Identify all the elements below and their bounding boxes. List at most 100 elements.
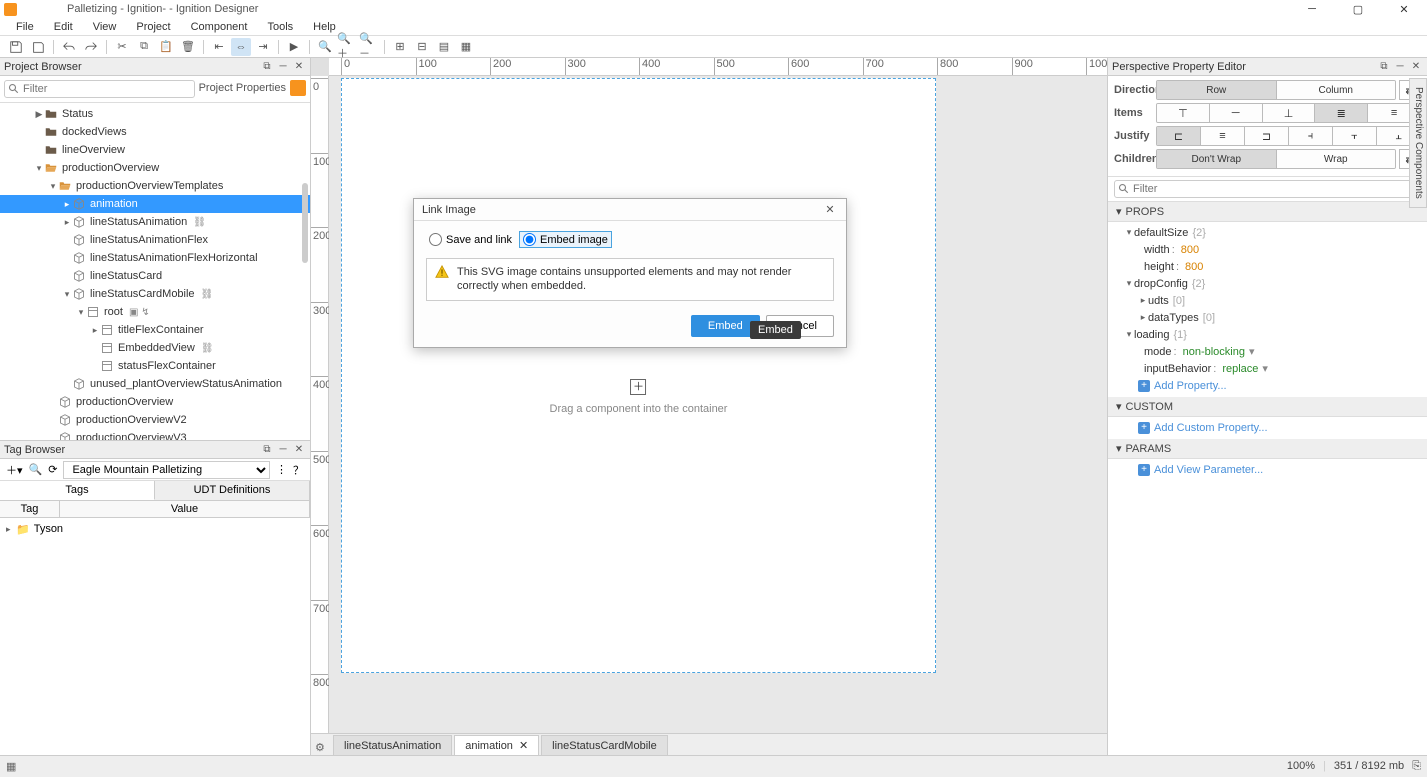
menu-help[interactable]: Help xyxy=(303,21,346,33)
copy-icon[interactable]: ⧉ xyxy=(134,38,154,56)
refresh-tag-icon[interactable]: ⟳ xyxy=(48,463,57,476)
undo-icon[interactable] xyxy=(59,38,79,56)
items-opt-2[interactable]: ─ xyxy=(1210,104,1263,122)
window-minimize-button[interactable]: ─ xyxy=(1289,0,1335,18)
menu-edit[interactable]: Edit xyxy=(44,21,83,33)
project-tree[interactable]: ▶StatusdockedViewslineOverview▾productio… xyxy=(0,103,310,440)
redo-icon[interactable] xyxy=(81,38,101,56)
items-opt-4[interactable]: ≣ xyxy=(1315,104,1368,122)
tag-source-select[interactable]: Eagle Mountain Palletizing xyxy=(63,461,270,479)
menu-file[interactable]: File xyxy=(6,21,44,33)
add-property-link[interactable]: +Add Property... xyxy=(1116,377,1419,395)
add-tag-icon[interactable]: ＋▾ xyxy=(6,462,23,478)
align-left-icon[interactable]: ⇤ xyxy=(209,38,229,56)
tree-item-statusFlexContainer[interactable]: statusFlexContainer xyxy=(0,357,310,375)
project-properties-link[interactable]: Project Properties xyxy=(199,80,286,98)
tree-item-dockedViews[interactable]: dockedViews xyxy=(0,123,310,141)
zoom-out-icon[interactable]: 🔍－ xyxy=(359,38,379,56)
tag-row[interactable]: ▸ 📁 Tyson xyxy=(6,520,304,538)
tree-item-lineStatusAnimationFlexHorizontal[interactable]: lineStatusAnimationFlexHorizontal xyxy=(0,249,310,267)
tree-item-productionOverviewV3[interactable]: productionOverviewV3 xyxy=(0,429,310,440)
tree-item-productionOverviewTemplates[interactable]: ▾productionOverviewTemplates xyxy=(0,177,310,195)
section-custom[interactable]: ▾CUSTOM xyxy=(1108,397,1427,417)
align-center-icon[interactable]: ⇔ xyxy=(231,38,251,56)
tree-item-root[interactable]: ▾root▣ ↯ xyxy=(0,303,310,321)
view-tab-lineStatusAnimation[interactable]: lineStatusAnimation xyxy=(333,735,452,755)
layout2-icon[interactable]: ▦ xyxy=(456,38,476,56)
play-icon[interactable]: ▶ xyxy=(284,38,304,56)
zoom-icon[interactable]: 🔍 xyxy=(315,38,335,56)
tab-tags[interactable]: Tags xyxy=(0,481,155,500)
cut-icon[interactable]: ✂ xyxy=(112,38,132,56)
save-all-icon[interactable] xyxy=(28,38,48,56)
save-icon[interactable] xyxy=(6,38,26,56)
gear-icon[interactable]: ⚙ xyxy=(315,741,329,755)
tree-item-EmbeddedView[interactable]: EmbeddedView⛓ xyxy=(0,339,310,357)
search-tag-icon[interactable]: 🔍 xyxy=(29,463,43,476)
project-browser-filter-input[interactable] xyxy=(4,80,195,98)
radio-save-and-link[interactable]: Save and link xyxy=(426,232,515,247)
tree-item-productionOverview[interactable]: ▾productionOverview xyxy=(0,159,310,177)
panel-minimize-icon[interactable]: ─ xyxy=(276,60,290,74)
menu-view[interactable]: View xyxy=(83,21,127,33)
justify-opt-5[interactable]: ⫟ xyxy=(1333,127,1377,145)
window-maximize-button[interactable]: ▢ xyxy=(1335,0,1381,18)
tab-udt-definitions[interactable]: UDT Definitions xyxy=(155,481,310,500)
grid-icon[interactable]: ▦ xyxy=(6,760,20,774)
panel-popout-icon[interactable]: ⧉ xyxy=(1377,60,1391,74)
tree-item-lineStatusCardMobile[interactable]: ▾lineStatusCardMobile⛓ xyxy=(0,285,310,303)
view-root[interactable]: ＋ Drag a component into the container xyxy=(341,78,936,673)
tree-item-titleFlexContainer[interactable]: ▸titleFlexContainer xyxy=(0,321,310,339)
panel-close-icon[interactable]: ✕ xyxy=(1409,60,1423,74)
view-tab-lineStatusCardMobile[interactable]: lineStatusCardMobile xyxy=(541,735,668,755)
property-filter-input[interactable] xyxy=(1114,180,1421,198)
menu-project[interactable]: Project xyxy=(126,21,180,33)
tree-item-Status[interactable]: ▶Status xyxy=(0,105,310,123)
panel-minimize-icon[interactable]: ─ xyxy=(276,443,290,457)
scrollbar-thumb[interactable] xyxy=(302,183,308,263)
add-view-parameter-link[interactable]: +Add View Parameter... xyxy=(1116,461,1419,479)
perspective-components-tab[interactable]: Perspective Components xyxy=(1409,78,1427,208)
embed-button[interactable]: Embed xyxy=(691,315,760,337)
paste-icon[interactable]: 📋 xyxy=(156,38,176,56)
design-canvas[interactable]: ＋ Drag a component into the container xyxy=(329,76,1107,733)
justify-opt-4[interactable]: ⫞ xyxy=(1289,127,1333,145)
tree-item-animation[interactable]: ▸animation xyxy=(0,195,310,213)
tree-item-productionOverview[interactable]: productionOverview xyxy=(0,393,310,411)
tree-item-productionOverviewV2[interactable]: productionOverviewV2 xyxy=(0,411,310,429)
delete-icon[interactable]: 🗑 xyxy=(178,38,198,56)
menu-component[interactable]: Component xyxy=(181,21,258,33)
items-opt-3[interactable]: ⊥ xyxy=(1263,104,1316,122)
zoom-level[interactable]: 100% xyxy=(1287,760,1315,773)
memory-icon[interactable]: ⎘ xyxy=(1412,760,1421,773)
section-params[interactable]: ▾PARAMS xyxy=(1108,439,1427,459)
direction-row-button[interactable]: Row xyxy=(1157,81,1277,99)
items-opt-1[interactable]: ⊤ xyxy=(1157,104,1210,122)
panel-minimize-icon[interactable]: ─ xyxy=(1393,60,1407,74)
tag-help-icon[interactable]: ？ xyxy=(293,462,304,478)
close-tab-icon[interactable]: ✕ xyxy=(519,739,528,752)
menu-tools[interactable]: Tools xyxy=(257,21,303,33)
children-wrap-button[interactable]: Wrap xyxy=(1277,150,1396,168)
justify-opt-3[interactable]: ⊐ xyxy=(1245,127,1289,145)
tree-item-lineStatusAnimationFlex[interactable]: lineStatusAnimationFlex xyxy=(0,231,310,249)
panel-close-icon[interactable]: ✕ xyxy=(292,60,306,74)
panel-popout-icon[interactable]: ⧉ xyxy=(260,60,274,74)
radio-embed-image[interactable]: Embed image xyxy=(519,231,612,248)
layout1-icon[interactable]: ▤ xyxy=(434,38,454,56)
tree-item-unused_plantOverviewStatusAnimation[interactable]: unused_plantOverviewStatusAnimation xyxy=(0,375,310,393)
section-props[interactable]: ▾PROPS xyxy=(1108,202,1427,222)
justify-opt-2[interactable]: ≡ xyxy=(1201,127,1245,145)
cancel-button[interactable]: Cancel xyxy=(766,315,834,337)
tag-options-icon[interactable]: ⋮ xyxy=(276,463,287,476)
ungroup-icon[interactable]: ⊟ xyxy=(412,38,432,56)
add-custom-property-link[interactable]: +Add Custom Property... xyxy=(1116,419,1419,437)
window-close-button[interactable]: ✕ xyxy=(1381,0,1427,18)
panel-popout-icon[interactable]: ⧉ xyxy=(260,443,274,457)
justify-opt-1[interactable]: ⊏ xyxy=(1157,127,1201,145)
direction-column-button[interactable]: Column xyxy=(1277,81,1396,99)
zoom-in-icon[interactable]: 🔍＋ xyxy=(337,38,357,56)
tree-item-lineStatusCard[interactable]: lineStatusCard xyxy=(0,267,310,285)
panel-close-icon[interactable]: ✕ xyxy=(292,443,306,457)
tree-item-lineOverview[interactable]: lineOverview xyxy=(0,141,310,159)
